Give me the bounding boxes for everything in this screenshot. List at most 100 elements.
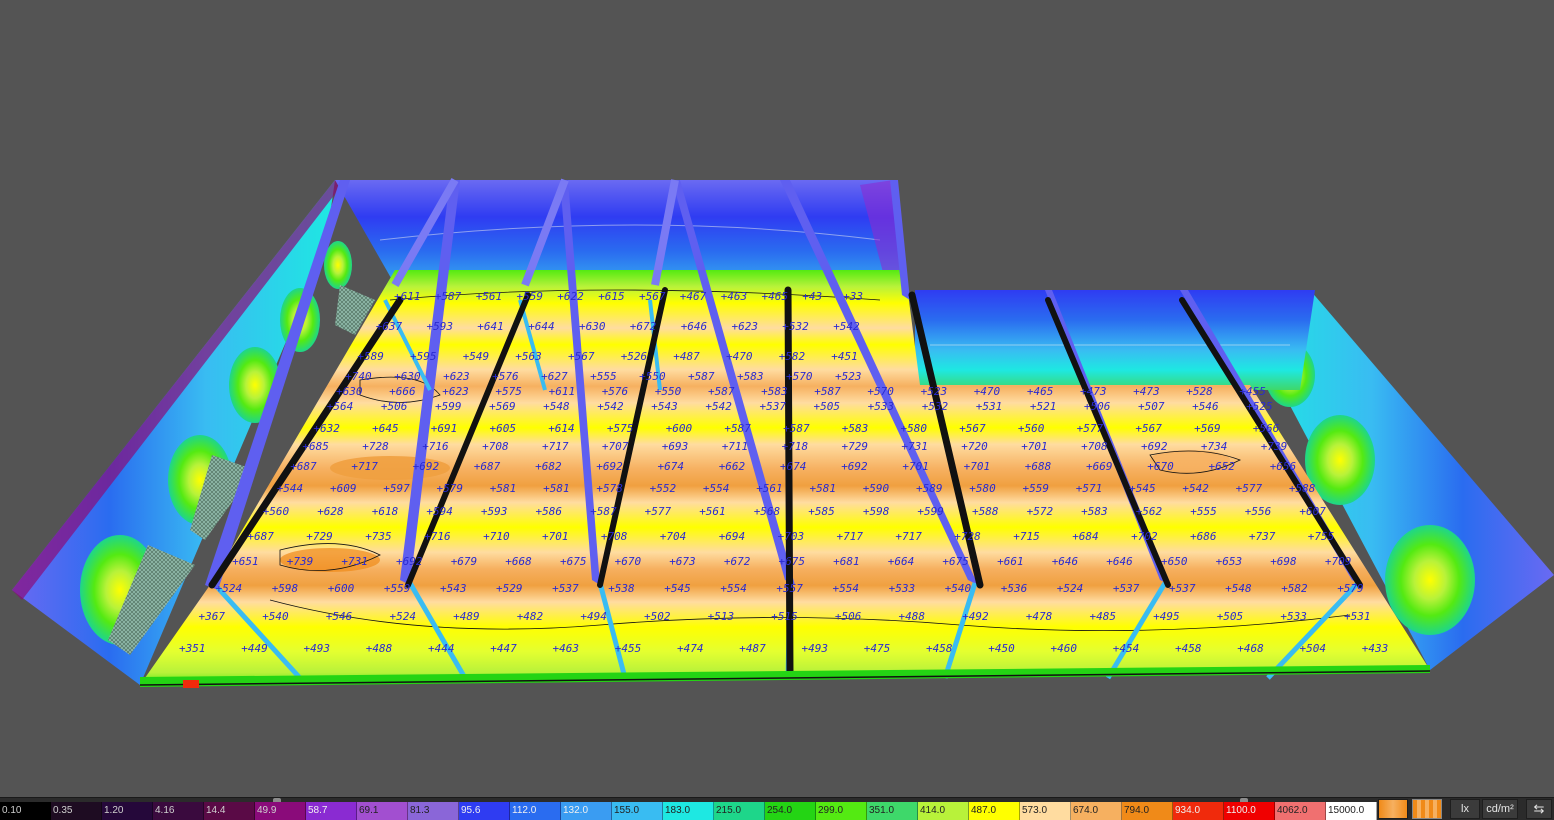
unit-lux-button[interactable]: lx [1450, 799, 1480, 819]
illuminance-scene[interactable]: +611 +587 +561 +559 +622 +615 +567 +467 +463 +465… [0, 0, 1554, 797]
illuminance-value: +570 [867, 385, 894, 398]
illuminance-value: +554 [833, 582, 860, 595]
illuminance-value: +674 [780, 460, 807, 473]
palette-button-bands[interactable] [1412, 799, 1442, 819]
illuminance-value: +611 [394, 290, 421, 303]
illuminance-value: +623 [442, 385, 469, 398]
legend-swatch: 1.20 [102, 802, 153, 820]
illuminance-value: +645 [372, 422, 399, 435]
illuminance-value: +590 [863, 482, 890, 495]
illuminance-value: +583 [842, 422, 869, 435]
legend-swatch-label: 0.35 [53, 805, 73, 816]
illuminance-value: +623 [443, 370, 470, 383]
illuminance-value: +559 [384, 582, 411, 595]
illuminance-value: +548 [543, 400, 570, 413]
swap-arrows-icon[interactable]: ⇆ [1526, 799, 1552, 819]
illuminance-value: +489 [453, 610, 480, 623]
legend-swatch: 4062.0 [1275, 802, 1326, 820]
illuminance-value: +470 [974, 385, 1001, 398]
illuminance-value: +672 [630, 320, 657, 333]
illuminance-value: +533 [1280, 610, 1307, 623]
illuminance-value: +704 [660, 530, 687, 543]
illuminance-value: +561 [476, 290, 503, 303]
legend-swatch: 95.6 [459, 802, 510, 820]
illuminance-value: +545 [1129, 482, 1156, 495]
illuminance-value: +493 [304, 642, 331, 655]
legend-swatch: 794.0 [1122, 802, 1173, 820]
illuminance-value: +735 [365, 530, 392, 543]
illuminance-value: +543 [651, 400, 678, 413]
legend-swatch-label: 0.10 [2, 805, 22, 816]
illuminance-value: +455 [1239, 385, 1266, 398]
illuminance-value: +670 [615, 555, 642, 568]
illuminance-value: +564 [327, 400, 354, 413]
illuminance-value: +623 [732, 320, 759, 333]
legend-swatch: 14.4 [204, 802, 255, 820]
illuminance-value: +447 [490, 642, 517, 655]
legend-swatch-label: 69.1 [359, 805, 379, 816]
legend-swatch-label: 487.0 [971, 805, 997, 816]
illuminance-value: +656 [1270, 460, 1297, 473]
illuminance-value: +460 [1051, 642, 1078, 655]
illuminance-value: +561 [756, 482, 783, 495]
illuminance-value: +576 [492, 370, 519, 383]
legend-swatch-label: 132.0 [563, 805, 589, 816]
illuminance-value: +579 [1337, 582, 1364, 595]
illuminance-value: +560 [1018, 422, 1045, 435]
illuminance-value: +594 [426, 505, 453, 518]
illuminance-value: +701 [1021, 440, 1047, 453]
legend-swatch: 132.0 [561, 802, 612, 820]
legend-swatch-label: 112.0 [512, 805, 537, 816]
3d-viewport[interactable]: +611 +587 +561 +559 +622 +615 +567 +467 +463 +465… [0, 0, 1554, 797]
palette-button-gradient[interactable] [1378, 799, 1408, 819]
legend-swatch-label: 58.7 [308, 805, 328, 816]
illuminance-value: +505 [814, 400, 841, 413]
illuminance-value: +542 [597, 400, 624, 413]
illuminance-value: +521 [1030, 400, 1057, 413]
illuminance-value: +463 [553, 642, 580, 655]
illuminance-value: +567 [568, 350, 595, 363]
illuminance-value: +470 [726, 350, 753, 363]
illuminance-value: +739 [1261, 440, 1288, 453]
illuminance-value: +474 [677, 642, 704, 655]
illuminance-value: +739 [287, 555, 314, 568]
legend-swatch: 183.0 [663, 802, 714, 820]
illuminance-value: +675 [942, 555, 969, 568]
illuminance-value: +709 [1325, 555, 1352, 568]
illuminance-value: +587 [814, 385, 841, 398]
illuminance-value: +544 [277, 482, 304, 495]
illuminance-value: +666 [389, 385, 416, 398]
illuminance-value: +688 [1025, 460, 1052, 473]
illuminance-value: +449 [241, 642, 267, 655]
illuminance-value: +622 [557, 290, 584, 303]
illuminance-value: +614 [548, 422, 575, 435]
illuminance-value: +473 [1080, 385, 1107, 398]
illuminance-value: +537 [1169, 582, 1196, 595]
illuminance-value: +651 [232, 555, 259, 568]
legend-swatch-label: 934.0 [1175, 805, 1201, 816]
illuminance-value: +559 [517, 290, 544, 303]
illuminance-value: +537 [552, 582, 579, 595]
illuminance-value: +708 [482, 440, 509, 453]
legend-swatch-label: 95.6 [461, 805, 481, 816]
illuminance-value: +575 [607, 422, 634, 435]
illuminance-value: +661 [997, 555, 1024, 568]
illuminance-value: +482 [517, 610, 544, 623]
illuminance-value: +562 [1136, 505, 1163, 518]
illuminance-value: +43 [802, 290, 822, 303]
legend-swatch-label: 215.0 [716, 805, 742, 816]
legend-swatch: 215.0 [714, 802, 765, 820]
illuminance-value: +523 [835, 370, 862, 383]
illuminance-value: +581 [810, 482, 837, 495]
illuminance-value: +698 [1270, 555, 1297, 568]
illuminance-value: +755 [1308, 530, 1335, 543]
unit-luminance-button[interactable]: cd/m² [1482, 799, 1518, 819]
illuminance-value: +653 [1216, 555, 1243, 568]
illuminance-value: +532 [922, 400, 949, 413]
illuminance-value: +600 [666, 422, 693, 435]
legend-swatches: 0.10 0.35 1.20 4.16 14.4 49.9 58.7 69.1 81.3 95.6… [0, 802, 1377, 820]
illuminance-value: +554 [720, 582, 747, 595]
illuminance-value: +684 [1072, 530, 1099, 543]
illuminance-value: +444 [428, 642, 455, 655]
legend-swatch: 414.0 [918, 802, 969, 820]
